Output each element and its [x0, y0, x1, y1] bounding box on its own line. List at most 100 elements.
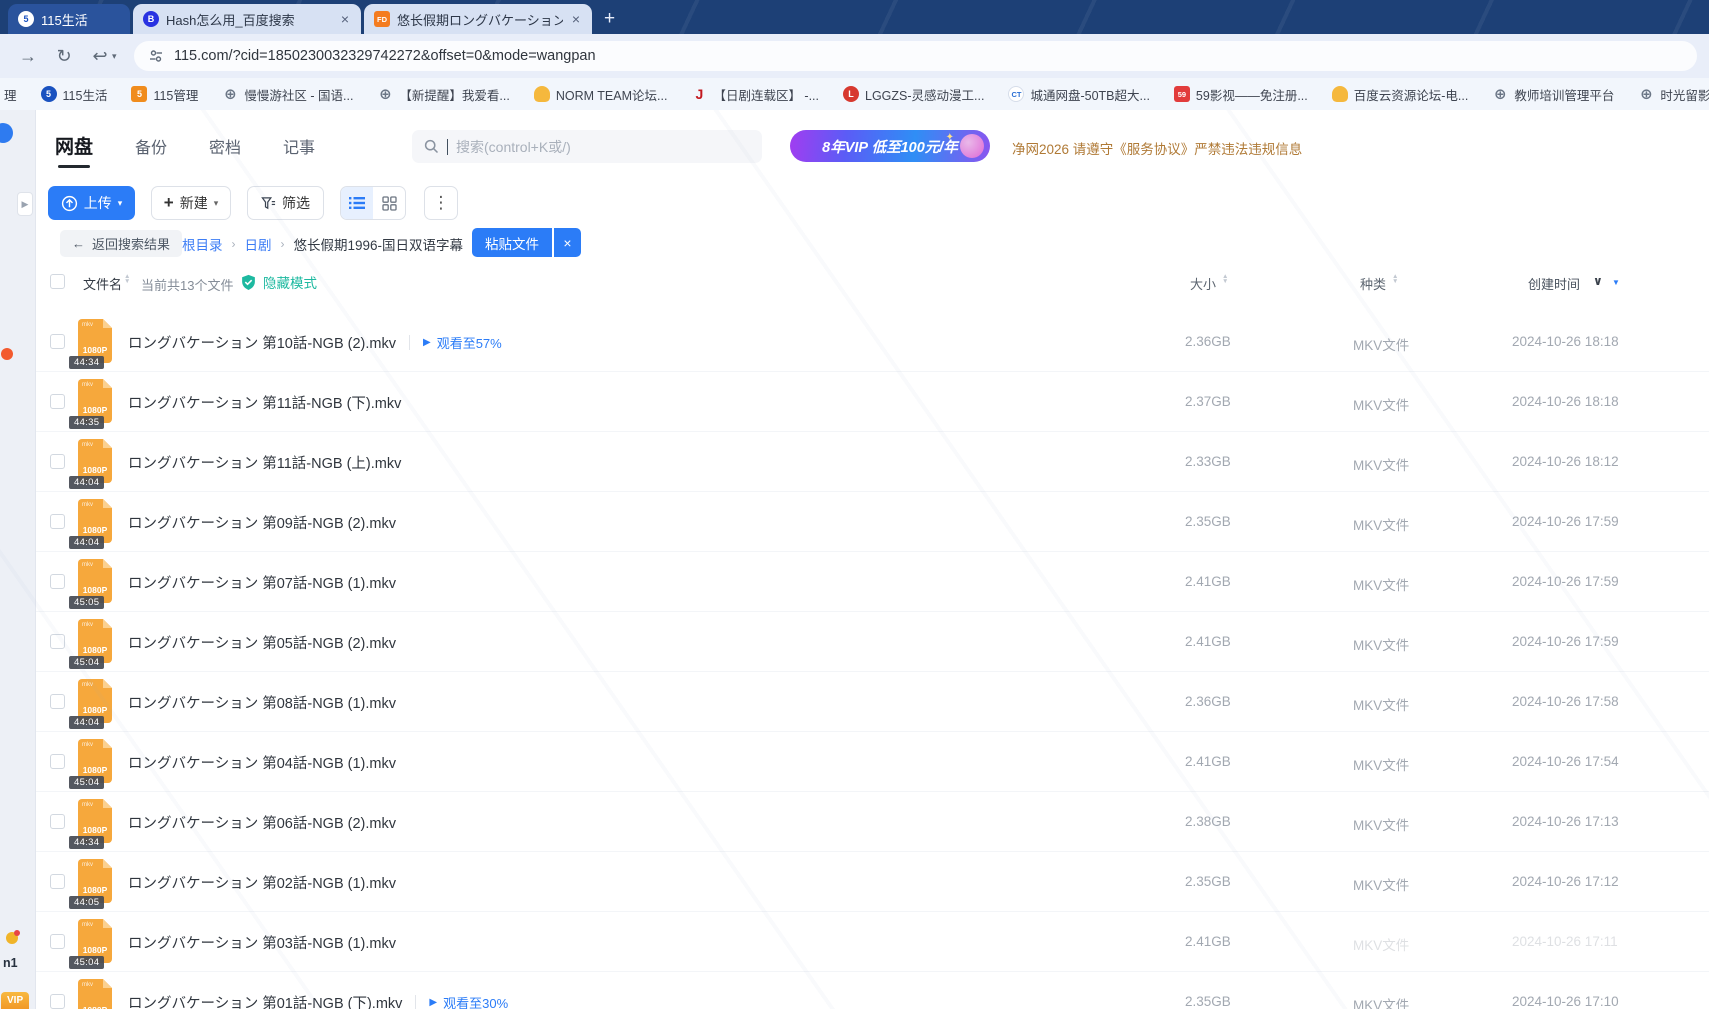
bookmark-item[interactable]: 百度云资源论坛-电... [1332, 85, 1469, 104]
file-name[interactable]: ロングバケーション 第04話-NGB (1).mkv [128, 752, 396, 773]
table-row[interactable]: mkv 1080P 45:04 ロングバケーション 第03話-NGB (1).m… [0, 912, 1709, 972]
table-row[interactable]: mkv 1080P 44:04 ロングバケーション 第09話-NGB (2).m… [0, 492, 1709, 552]
watch-progress-link[interactable]: ▶观看至57% [423, 333, 502, 352]
bookmark-favicon: L [843, 86, 859, 102]
sort-icon[interactable]: ▲▼ [1392, 274, 1398, 284]
table-row[interactable]: mkv 1080P 44:04 ロングバケーション 第08話-NGB (1).m… [0, 672, 1709, 732]
row-checkbox[interactable] [50, 634, 65, 649]
tab-close-icon[interactable]: × [339, 11, 351, 27]
bookmark-item[interactable]: 5 115管理 [131, 85, 198, 104]
file-name[interactable]: ロングバケーション 第02話-NGB (1).mkv [128, 872, 396, 893]
bookmark-favicon: J [691, 86, 707, 102]
row-checkbox[interactable] [50, 514, 65, 529]
bookmark-item[interactable]: 59 59影视——免注册... [1174, 85, 1308, 104]
row-checkbox[interactable] [50, 574, 65, 589]
new-tab-button[interactable]: + [604, 8, 615, 30]
sidebar-avatar-icon[interactable] [0, 123, 13, 143]
browser-tab[interactable]: 5 115生活 [8, 4, 130, 34]
sidebar-expand-button[interactable]: ▶ [17, 192, 33, 216]
row-checkbox[interactable] [50, 454, 65, 469]
file-name[interactable]: ロングバケーション 第08話-NGB (1).mkv [128, 692, 396, 713]
file-created: 2024-10-26 17:59 [1512, 634, 1619, 649]
search-input[interactable]: 搜索(control+K或/) [412, 130, 762, 163]
table-row[interactable]: mkv 1080P 45:04 ロングバケーション 第05話-NGB (2).m… [0, 612, 1709, 672]
tab-close-icon[interactable]: × [570, 11, 582, 27]
tab-midang[interactable]: 密档 [209, 134, 241, 158]
table-row[interactable]: mkv 1080P 44:34 ロングバケーション 第06話-NGB (2).m… [0, 792, 1709, 852]
bookmark-item[interactable]: 理 [4, 85, 17, 104]
file-name[interactable]: ロングバケーション 第11話-NGB (下).mkv [128, 392, 401, 413]
file-name[interactable]: ロングバケーション 第09話-NGB (2).mkv [128, 512, 396, 533]
column-name[interactable]: 文件名 [83, 274, 122, 293]
file-name[interactable]: ロングバケーション 第10話-NGB (2).mkv [128, 332, 396, 353]
breadcrumb-root[interactable]: 根目录 [182, 234, 223, 254]
bookmark-item[interactable]: NORM TEAM论坛... [534, 85, 668, 104]
text-caret [447, 139, 448, 155]
table-row[interactable]: mkv 1080P 45:05 ロングバケーション 第07話-NGB (1).m… [0, 552, 1709, 612]
bookmark-item[interactable]: ⊕ 慢慢游社区 - 国语... [222, 85, 353, 104]
bookmark-item[interactable]: J 【日剧连载区】 -... [691, 85, 819, 104]
tab-beifen[interactable]: 备份 [135, 134, 167, 158]
file-name[interactable]: ロングバケーション 第05話-NGB (2).mkv [128, 632, 396, 653]
file-name[interactable]: ロングバケーション 第07話-NGB (1).mkv [128, 572, 396, 593]
row-checkbox[interactable] [50, 754, 65, 769]
upload-button[interactable]: 上传 ▾ [48, 186, 135, 220]
breadcrumb-folder[interactable]: 日剧 [245, 234, 272, 254]
table-row[interactable]: mkv 1080P 44:34 ロングバケーション 第10話-NGB (2).m… [0, 312, 1709, 372]
new-button[interactable]: + 新建 ▾ [151, 186, 231, 220]
paste-files-button[interactable]: 粘贴文件 [472, 228, 552, 257]
file-name[interactable]: ロングバケーション 第01話-NGB (下).mkv [128, 992, 402, 1009]
paste-cancel-icon[interactable]: × [554, 228, 581, 257]
browser-tab[interactable]: FD 悠长假期ロングバケーション × [364, 4, 592, 34]
table-row[interactable]: mkv 1080P 44:04 ロングバケーション 第11話-NGB (上).m… [0, 432, 1709, 492]
select-all-checkbox[interactable] [50, 274, 65, 289]
sort-icon[interactable]: ▲▼ [1222, 274, 1228, 284]
row-checkbox[interactable] [50, 814, 65, 829]
bookmark-item[interactable]: 5 115生活 [41, 85, 108, 104]
row-checkbox[interactable] [50, 334, 65, 349]
browser-tab[interactable]: B Hash怎么用_百度搜索 × [133, 4, 361, 34]
table-row[interactable]: mkv 1080P 44:04 ロングバケーション 第01話-NGB (下).m… [0, 972, 1709, 1009]
watch-progress-link[interactable]: ▶观看至30% [429, 993, 508, 1009]
bookmarks-bar: 理 5 115生活 5 115管理 ⊕ 慢慢游社区 - 国语... ⊕ 【新提醒… [0, 78, 1709, 110]
site-settings-icon[interactable] [148, 48, 164, 64]
back-to-search-button[interactable]: ← 返回搜索结果 [60, 230, 182, 257]
file-name[interactable]: ロングバケーション 第06話-NGB (2).mkv [128, 812, 396, 833]
table-row[interactable]: mkv 1080P 44:35 ロングバケーション 第11話-NGB (下).m… [0, 372, 1709, 432]
bookmark-item[interactable]: ⊕ 教师培训管理平台 [1492, 85, 1614, 104]
column-created[interactable]: 创建时间 [1528, 274, 1580, 293]
more-actions-button[interactable]: ⋮ [424, 186, 458, 220]
tab-wangpan[interactable]: 网盘 [55, 132, 93, 159]
column-size[interactable]: 大小 [1190, 274, 1216, 293]
sort-icon[interactable]: ▲▼ [124, 274, 130, 284]
bookmark-item[interactable]: L LGGZS-灵感动漫工... [843, 85, 984, 104]
bookmark-label: 115生活 [63, 85, 108, 104]
file-name[interactable]: ロングバケーション 第11話-NGB (上).mkv [128, 452, 401, 473]
row-checkbox[interactable] [50, 694, 65, 709]
file-name[interactable]: ロングバケーション 第03話-NGB (1).mkv [128, 932, 396, 953]
history-caret-icon[interactable]: ▾ [112, 51, 124, 62]
chevron-down-icon[interactable]: ∨ [1593, 274, 1603, 288]
vip-promo-banner[interactable]: 8年VIP 低至100元/年 ✦ [790, 130, 990, 162]
row-checkbox[interactable] [50, 934, 65, 949]
table-row[interactable]: mkv 1080P 45:04 ロングバケーション 第04話-NGB (1).m… [0, 732, 1709, 792]
bookmark-item[interactable]: CT 城通网盘-50TB超大... [1008, 85, 1149, 104]
forward-icon[interactable]: → [12, 46, 44, 67]
address-bar[interactable]: 115.com/?cid=1850230032329742272&offset=… [134, 41, 1697, 71]
row-checkbox[interactable] [50, 874, 65, 889]
row-checkbox[interactable] [50, 394, 65, 409]
reload-icon[interactable]: ↻ [48, 46, 80, 67]
bookmark-item[interactable]: ⊕ 【新提醒】我爱看... [377, 85, 509, 104]
file-size: 2.33GB [1185, 454, 1231, 469]
tab-jishi[interactable]: 记事 [283, 134, 315, 158]
filter-button[interactable]: 筛选 [247, 186, 324, 220]
bookmark-item[interactable]: ⊕ 时光留影 - [1638, 85, 1709, 104]
column-kind[interactable]: 种类 [1360, 274, 1386, 293]
table-row[interactable]: mkv 1080P 44:05 ロングバケーション 第02話-NGB (1).m… [0, 852, 1709, 912]
grid-view-button[interactable] [373, 187, 405, 219]
list-view-button[interactable] [341, 187, 373, 219]
hidden-mode-toggle[interactable]: 隐藏模式 [240, 272, 317, 292]
row-checkbox[interactable] [50, 994, 65, 1009]
file-kind: MKV文件 [1353, 694, 1409, 714]
folded-corner-icon [103, 499, 112, 508]
